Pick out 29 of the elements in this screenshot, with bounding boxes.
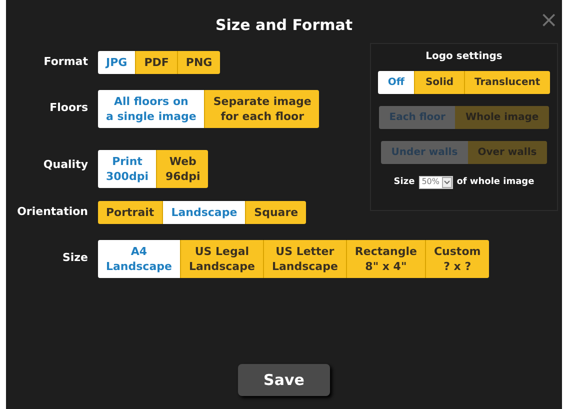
logo-option-button[interactable]: Translucent <box>464 70 550 94</box>
chevron-down-icon <box>442 176 452 188</box>
save-button[interactable]: Save <box>238 364 330 396</box>
setting-label: Size <box>61 250 89 266</box>
size-suffix: of whole image <box>456 176 534 188</box>
option-button[interactable]: US Legal Landscape <box>180 240 263 278</box>
option-button[interactable]: Custom ? x ? <box>424 240 489 278</box>
option-button[interactable]: PDF <box>135 50 177 74</box>
logo-option-button[interactable]: Off <box>378 70 414 94</box>
option-button[interactable]: A4 Landscape <box>98 240 180 278</box>
setting-label: Quality <box>42 157 89 174</box>
option-button[interactable]: Separate image for each floor <box>204 90 320 128</box>
option-button[interactable]: Rectangle 8" x 4" <box>346 240 425 278</box>
dialog-title: Size and Format <box>215 15 353 36</box>
option-button[interactable]: Square <box>245 200 306 224</box>
logo-option-button[interactable]: Solid <box>414 70 464 94</box>
setting-label: Orientation <box>16 204 89 220</box>
option-button[interactable]: Print 300dpi <box>98 150 156 188</box>
option-button[interactable]: Portrait <box>98 200 162 224</box>
panel-title: Logo settings <box>426 50 502 64</box>
option-button[interactable]: All floors on a single image <box>98 90 204 128</box>
option-button[interactable]: US Letter Landscape <box>262 240 346 278</box>
option-button[interactable]: Web 96dpi <box>156 150 208 188</box>
size-label: Size <box>394 176 415 188</box>
option-button[interactable]: PNG <box>176 50 220 74</box>
setting-label: Format <box>42 54 89 70</box>
option-button[interactable]: JPG <box>98 50 136 74</box>
setting-label: Floors <box>48 100 89 116</box>
option-button[interactable]: Landscape <box>162 200 246 224</box>
